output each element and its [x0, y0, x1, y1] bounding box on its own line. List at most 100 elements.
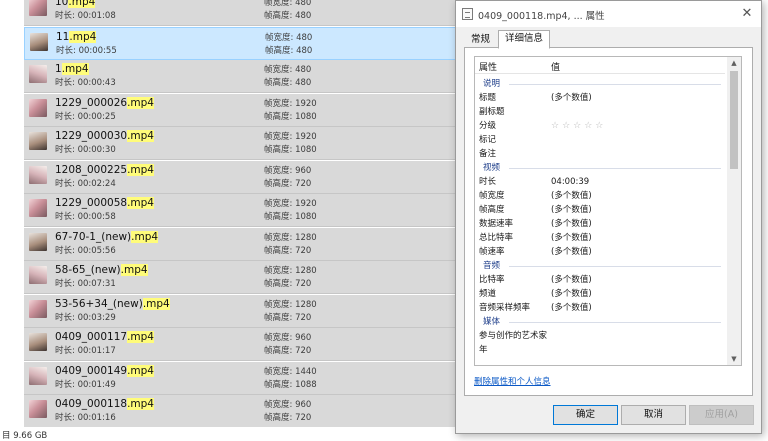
property-row[interactable]: 频道 (多个数值)	[475, 287, 725, 301]
frame-width: 帧宽度: 960	[264, 165, 312, 176]
file-row[interactable]: 1208_000225.mp4 时长: 00:02:24 帧宽度: 960 帧高度: …	[24, 160, 456, 194]
cancel-button[interactable]: 取消	[621, 405, 686, 425]
property-row[interactable]: 音频采样频率 (多个数值)	[475, 301, 725, 315]
property-value: (多个数值)	[551, 205, 592, 215]
apply-button[interactable]: 应用(A)	[689, 405, 754, 425]
property-list: 属性 值 说明 标题 (多个数值) 副标题 分级 ☆☆☆☆☆ 标记备注视频 时长 04:00:3…	[474, 56, 742, 366]
frame-height: 帧高度: 480	[264, 11, 312, 21]
tab-details[interactable]: 详细信息	[498, 30, 551, 49]
search-highlight: .mp4	[61, 63, 89, 75]
search-highlight: .mp4	[127, 331, 154, 343]
property-section[interactable]: 说明	[475, 77, 725, 91]
file-duration: 时长: 00:01:08	[55, 11, 116, 21]
video-thumbnail	[29, 65, 47, 83]
search-highlight: .mp4	[127, 96, 154, 109]
search-highlight: .mp4	[127, 398, 154, 410]
property-row[interactable]: 备注	[475, 147, 725, 161]
file-duration: 时长: 00:01:49	[55, 379, 116, 390]
frame-width: 帧宽度: 480	[264, 65, 312, 75]
property-name: 标记	[479, 135, 497, 145]
scroll-down-arrow-icon[interactable]: ▼	[727, 353, 741, 365]
video-thumbnail	[29, 299, 47, 318]
ok-button[interactable]: 确定	[553, 405, 618, 425]
file-duration: 时长: 00:03:29	[55, 312, 116, 323]
tab-general[interactable]: 常规	[464, 31, 497, 48]
column-header-value[interactable]: 值	[551, 60, 560, 73]
property-row[interactable]: 数据速率 (多个数值)	[475, 217, 725, 231]
property-row[interactable]: 副标题	[475, 105, 725, 119]
scroll-thumb[interactable]	[730, 71, 738, 169]
property-section[interactable]: 音频	[475, 259, 725, 273]
property-value: (多个数值)	[551, 191, 592, 201]
frame-height: 帧高度: 1080	[264, 145, 317, 155]
remove-properties-link[interactable]: 删除属性和个人信息	[474, 375, 551, 387]
file-properties-icon	[462, 8, 473, 20]
property-name: 音频采样频率	[479, 303, 531, 313]
file-name: 1229_000058.mp4	[55, 197, 154, 209]
file-duration: 时长: 00:00:43	[55, 78, 116, 88]
frame-width: 帧宽度: 1920	[264, 132, 317, 142]
file-duration: 时长: 00:05:56	[55, 245, 116, 256]
property-row[interactable]: 时长 04:00:39	[475, 175, 725, 189]
frame-height: 帧高度: 720	[264, 245, 312, 256]
file-duration: 时长: 00:07:31	[55, 279, 116, 289]
section-label: 媒体	[483, 315, 505, 329]
property-row[interactable]: 标记	[475, 133, 725, 147]
section-divider	[509, 168, 721, 169]
dialog-title-bar[interactable]: 0409_000118.mp4, ... 属性 ✕	[456, 1, 761, 27]
video-thumbnail	[29, 333, 47, 351]
section-label: 视频	[483, 161, 505, 175]
file-row[interactable]: 0409_000117.mp4 时长: 00:01:17 帧宽度: 960 帧高度: …	[24, 328, 456, 361]
property-row[interactable]: 帧高度 (多个数值)	[475, 203, 725, 217]
property-row[interactable]: 帧速率 (多个数值)	[475, 245, 725, 259]
file-row[interactable]: 0409_000149.mp4 时长: 00:01:49 帧宽度: 1440 帧高度:…	[24, 361, 456, 395]
file-row[interactable]: 67-70-1_(new).mp4 时长: 00:05:56 帧宽度: 1280 帧高…	[24, 227, 456, 261]
property-list-header: 属性 值	[475, 57, 725, 73]
section-label: 说明	[483, 77, 505, 91]
property-row[interactable]: 总比特率 (多个数值)	[475, 231, 725, 245]
scroll-up-arrow-icon[interactable]: ▲	[727, 57, 741, 69]
file-row[interactable]: 1229_000026.mp4 时长: 00:00:25 帧宽度: 1920 帧高度:…	[24, 93, 456, 127]
file-row[interactable]: 1.mp4 时长: 00:00:43 帧宽度: 480 帧高度: 480	[24, 60, 456, 93]
file-row[interactable]: 58-65_(new).mp4 时长: 00:07:31 帧宽度: 1280 帧高度:…	[24, 261, 456, 294]
file-row[interactable]: 1229_000030.mp4 时长: 00:00:30 帧宽度: 1920 帧高度:…	[24, 127, 456, 160]
file-row[interactable]: 10.mp4 时长: 00:01:08 帧宽度: 480 帧高度: 480	[24, 0, 456, 26]
property-row[interactable]: 参与创作的艺术家	[475, 329, 725, 343]
section-divider	[509, 322, 721, 323]
property-value: (多个数值)	[551, 303, 592, 313]
property-section[interactable]: 视频	[475, 161, 725, 175]
search-highlight: .mp4	[68, 0, 96, 8]
file-row[interactable]: 53-56+34_(new).mp4 时长: 00:03:29 帧宽度: 1280 帧…	[24, 294, 456, 328]
search-highlight: .mp4	[142, 297, 170, 310]
property-row[interactable]: 标题 (多个数值)	[475, 91, 725, 105]
rating-stars-icon[interactable]: ☆☆☆☆☆	[551, 119, 606, 133]
property-name: 帧高度	[479, 205, 505, 215]
file-row[interactable]: 0409_000118.mp4 时长: 00:01:16 帧宽度: 960 帧高度: …	[24, 395, 456, 427]
frame-height: 帧高度: 480	[265, 45, 313, 56]
header-divider	[475, 73, 725, 74]
frame-width: 帧宽度: 1920	[264, 98, 317, 109]
file-name: 1.mp4	[55, 63, 89, 75]
property-section[interactable]: 媒体	[475, 315, 725, 329]
property-row[interactable]: 年	[475, 343, 725, 357]
dialog-title: 0409_000118.mp4, ... 属性	[478, 11, 605, 22]
property-row[interactable]: 帧宽度 (多个数值)	[475, 189, 725, 203]
property-name: 备注	[479, 149, 497, 159]
property-row[interactable]: 比特率 (多个数值)	[475, 273, 725, 287]
video-thumbnail	[30, 32, 48, 51]
file-row[interactable]: 11.mp4 时长: 00:00:55 帧宽度: 480 帧高度: 480	[24, 26, 456, 60]
property-row-rating[interactable]: 分级 ☆☆☆☆☆	[475, 119, 725, 133]
property-scrollbar[interactable]: ▲ ▼	[727, 57, 741, 365]
frame-width: 帧宽度: 1920	[264, 199, 317, 209]
frame-width: 帧宽度: 480	[264, 0, 312, 8]
search-highlight: .mp4	[127, 197, 154, 209]
frame-height: 帧高度: 720	[264, 178, 312, 189]
file-row[interactable]: 1229_000058.mp4 时长: 00:00:58 帧宽度: 1920 帧高度:…	[24, 194, 456, 227]
close-button[interactable]: ✕	[736, 4, 758, 24]
frame-width: 帧宽度: 1440	[264, 366, 317, 377]
file-name: 0409_000117.mp4	[55, 331, 154, 343]
property-name: 总比特率	[479, 233, 514, 243]
column-header-property[interactable]: 属性	[479, 60, 497, 73]
file-name: 10.mp4	[55, 0, 96, 9]
property-value: (多个数值)	[551, 247, 592, 257]
